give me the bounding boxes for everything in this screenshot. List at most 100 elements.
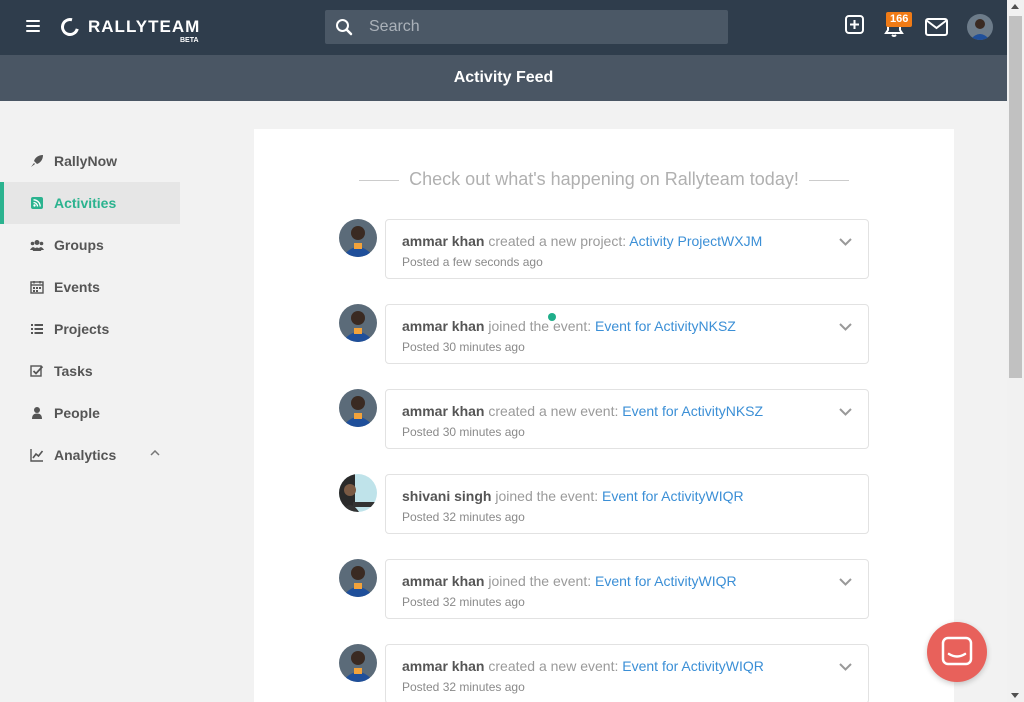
feed-entry: ammar khan created a new event: Event fo… bbox=[339, 644, 869, 702]
activity-text: ammar khan joined the event: Event for A… bbox=[402, 318, 736, 334]
status-dot bbox=[548, 313, 556, 321]
activity-user[interactable]: shivani singh bbox=[402, 488, 491, 504]
scroll-down-icon[interactable] bbox=[1011, 693, 1019, 698]
chat-button[interactable] bbox=[927, 622, 987, 682]
calendar-icon bbox=[30, 281, 44, 294]
sidebar-item-groups[interactable]: Groups bbox=[0, 224, 180, 266]
avatar[interactable] bbox=[339, 644, 377, 682]
sidebar-item-label: Tasks bbox=[54, 363, 93, 379]
activity-user[interactable]: ammar khan bbox=[402, 233, 484, 249]
activity-user[interactable]: ammar khan bbox=[402, 318, 484, 334]
feed-card: ammar khan created a new project: Activi… bbox=[385, 219, 869, 279]
sidebar-item-label: People bbox=[54, 405, 100, 421]
feed-entry: ammar khan created a new event: Event fo… bbox=[339, 389, 869, 449]
activity-user[interactable]: ammar khan bbox=[402, 573, 484, 589]
sidebar-item-rallynow[interactable]: RallyNow bbox=[0, 140, 180, 182]
activity-timestamp: Posted 30 minutes ago bbox=[402, 340, 525, 354]
envelope-icon[interactable] bbox=[925, 18, 948, 36]
brand-name: RALLYTEAM bbox=[88, 17, 201, 36]
plus-square-icon[interactable] bbox=[845, 15, 864, 34]
activity-link[interactable]: Event for ActivityNKSZ bbox=[622, 403, 763, 419]
activity-text: ammar khan joined the event: Event for A… bbox=[402, 573, 737, 589]
activity-action: joined the event: bbox=[488, 573, 592, 589]
activity-timestamp: Posted a few seconds ago bbox=[402, 255, 543, 269]
activity-link[interactable]: Event for ActivityWIQR bbox=[595, 573, 737, 589]
feed-card: ammar khan joined the event: Event for A… bbox=[385, 559, 869, 619]
search-box bbox=[325, 10, 728, 44]
activity-text: ammar khan created a new project: Activi… bbox=[402, 233, 762, 249]
sidebar-item-label: RallyNow bbox=[54, 153, 118, 169]
chat-icon bbox=[941, 636, 973, 666]
user-avatar[interactable] bbox=[967, 14, 993, 40]
feed-entry: shivani singh joined the event: Event fo… bbox=[339, 474, 869, 534]
avatar[interactable] bbox=[339, 304, 377, 342]
activity-link[interactable]: Event for ActivityWIQR bbox=[622, 658, 764, 674]
chevron-down-icon[interactable] bbox=[839, 663, 852, 671]
checkbox-icon bbox=[30, 365, 44, 377]
chevron-down-icon[interactable] bbox=[839, 408, 852, 416]
search-input[interactable] bbox=[369, 10, 719, 44]
activity-text: shivani singh joined the event: Event fo… bbox=[402, 488, 744, 504]
activity-timestamp: Posted 32 minutes ago bbox=[402, 510, 525, 524]
list-icon bbox=[31, 324, 43, 334]
feed-card: shivani singh joined the event: Event fo… bbox=[385, 474, 869, 534]
sidebar-item-projects[interactable]: Projects bbox=[0, 308, 180, 350]
users-icon bbox=[30, 240, 44, 251]
feed-entry: ammar khan joined the event: Event for A… bbox=[339, 559, 869, 619]
chevron-down-icon[interactable] bbox=[839, 238, 852, 246]
divider bbox=[359, 179, 400, 181]
activity-link[interactable]: Activity ProjectWXJM bbox=[629, 233, 762, 249]
activity-timestamp: Posted 32 minutes ago bbox=[402, 680, 525, 694]
divider bbox=[808, 179, 849, 181]
activity-timestamp: Posted 32 minutes ago bbox=[402, 595, 525, 609]
chevron-up-icon[interactable] bbox=[150, 450, 160, 456]
beta-label: BETA bbox=[180, 37, 199, 44]
sidebar-item-events[interactable]: Events bbox=[0, 266, 180, 308]
rss-icon bbox=[31, 197, 43, 209]
scrollbar[interactable] bbox=[1007, 0, 1024, 702]
page-title: Activity Feed bbox=[453, 69, 554, 86]
activity-text: ammar khan created a new event: Event fo… bbox=[402, 403, 763, 419]
sidebar-item-activities[interactable]: Activities bbox=[0, 182, 180, 224]
sidebar-item-label: Activities bbox=[54, 195, 117, 211]
chart-icon bbox=[30, 449, 44, 462]
feed-heading: Check out what's happening on Rallyteam … bbox=[409, 169, 799, 189]
sidebar-item-label: Events bbox=[54, 279, 100, 295]
scroll-thumb[interactable] bbox=[1009, 16, 1022, 378]
activity-action: joined the event: bbox=[488, 318, 592, 334]
rocket-icon bbox=[31, 155, 43, 167]
feed-card: ammar khan joined the event: Event for A… bbox=[385, 304, 869, 364]
sidebar-item-analytics[interactable]: Analytics bbox=[0, 434, 180, 476]
activity-action: created a new project: bbox=[488, 233, 627, 249]
notification-badge: 166 bbox=[886, 12, 913, 27]
sidebar-item-label: Analytics bbox=[54, 447, 117, 463]
sidebar-item-label: Groups bbox=[54, 237, 104, 253]
hamburger-icon[interactable] bbox=[26, 20, 40, 32]
feed-entry: ammar khan joined the event: Event for A… bbox=[339, 304, 869, 364]
sidebar-item-label: Projects bbox=[54, 321, 110, 337]
activity-action: joined the event: bbox=[495, 488, 599, 504]
activity-timestamp: Posted 30 minutes ago bbox=[402, 425, 525, 439]
activity-link[interactable]: Event for ActivityWIQR bbox=[602, 488, 744, 504]
sidebar: RallyNow Activities Groups Events Projec… bbox=[0, 140, 180, 476]
activity-link[interactable]: Event for ActivityNKSZ bbox=[595, 318, 736, 334]
avatar[interactable] bbox=[339, 474, 377, 512]
feed-card: ammar khan created a new event: Event fo… bbox=[385, 389, 869, 449]
activity-action: created a new event: bbox=[488, 658, 619, 674]
activity-user[interactable]: ammar khan bbox=[402, 403, 484, 419]
sidebar-item-people[interactable]: People bbox=[0, 392, 180, 434]
avatar[interactable] bbox=[339, 219, 377, 257]
activity-text: ammar khan created a new event: Event fo… bbox=[402, 658, 764, 674]
avatar[interactable] bbox=[339, 389, 377, 427]
user-icon bbox=[32, 407, 42, 419]
sidebar-item-tasks[interactable]: Tasks bbox=[0, 350, 180, 392]
logo[interactable]: RALLYTEAM bbox=[57, 14, 201, 40]
page-header: Activity Feed bbox=[0, 55, 1007, 101]
top-bar: RALLYTEAM BETA 166 bbox=[0, 0, 1007, 55]
scroll-up-icon[interactable] bbox=[1011, 4, 1019, 9]
activity-user[interactable]: ammar khan bbox=[402, 658, 484, 674]
chevron-down-icon[interactable] bbox=[839, 323, 852, 331]
chevron-down-icon[interactable] bbox=[839, 578, 852, 586]
search-icon[interactable] bbox=[335, 18, 353, 36]
avatar[interactable] bbox=[339, 559, 377, 597]
